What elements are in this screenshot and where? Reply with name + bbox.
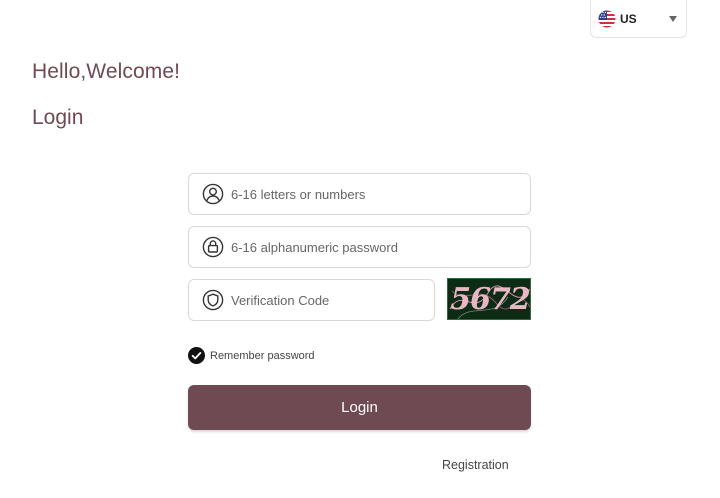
page-title: Login xyxy=(32,106,84,129)
login-page: US Hello,Welcome! Login 56 xyxy=(0,0,720,498)
remember-password-label: Remember password xyxy=(210,349,315,362)
shield-icon xyxy=(202,289,224,311)
language-label: US xyxy=(620,11,637,26)
user-icon xyxy=(202,183,224,205)
verification-code-input[interactable] xyxy=(231,292,434,308)
checkmark-icon xyxy=(188,347,205,364)
welcome-greeting: Hello,Welcome! xyxy=(32,60,181,83)
registration-link[interactable]: Registration xyxy=(442,458,509,472)
password-input[interactable] xyxy=(231,239,491,255)
username-field[interactable] xyxy=(188,173,531,215)
captcha-image[interactable]: 5672 xyxy=(447,278,531,320)
remember-password-checkbox[interactable]: Remember password xyxy=(188,347,315,364)
us-flag-icon xyxy=(598,10,616,27)
login-button[interactable]: Login xyxy=(188,385,531,430)
caret-down-icon xyxy=(669,16,677,22)
captcha-text: 5672 xyxy=(450,282,530,317)
password-field[interactable] xyxy=(188,226,531,268)
lock-icon xyxy=(202,236,224,258)
language-selector[interactable]: US xyxy=(590,0,687,38)
username-input[interactable] xyxy=(231,186,491,202)
verification-code-field[interactable] xyxy=(188,279,435,321)
